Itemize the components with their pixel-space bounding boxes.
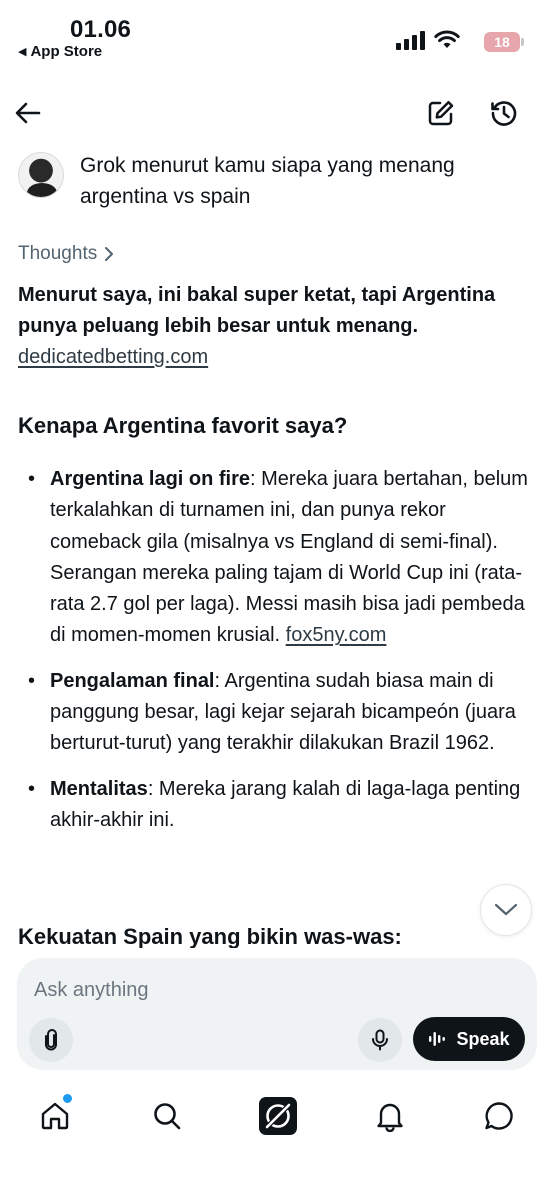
speak-button[interactable]: Speak bbox=[413, 1017, 525, 1061]
wifi-icon bbox=[434, 30, 460, 48]
notification-dot bbox=[63, 1094, 72, 1103]
messages-icon bbox=[485, 1102, 513, 1130]
battery-tip bbox=[521, 38, 524, 46]
avatar[interactable] bbox=[18, 152, 64, 198]
compose-icon bbox=[428, 100, 454, 126]
point-title: Argentina lagi on fire bbox=[50, 468, 251, 490]
scroll-to-bottom-button[interactable] bbox=[480, 884, 532, 936]
paperclip-icon bbox=[45, 1029, 57, 1051]
microphone-icon bbox=[372, 1029, 388, 1051]
section-heading: Kenapa Argentina favorit saya? bbox=[18, 413, 348, 438]
tab-messages[interactable] bbox=[471, 1088, 527, 1144]
section-heading-2: Kekuatan Spain yang bikin was-was: bbox=[18, 924, 402, 948]
reasons-list: Argentina lagi on fire: Mereka juara ber… bbox=[18, 464, 538, 836]
ask-input[interactable] bbox=[34, 976, 514, 1004]
history-icon bbox=[491, 101, 517, 126]
source-link[interactable]: fox5ny.com bbox=[286, 624, 387, 646]
chevron-down-icon bbox=[494, 903, 518, 916]
new-chat-button[interactable] bbox=[419, 90, 463, 136]
status-bar: 01.06 ◀ App Store 18 bbox=[0, 0, 554, 68]
tab-notifications[interactable] bbox=[362, 1088, 418, 1144]
list-item: Pengalaman final: Argentina sudah biasa … bbox=[18, 666, 538, 760]
lead-text: Menurut saya, ini bakal super ketat, tap… bbox=[18, 284, 496, 337]
cellular-signal-icon bbox=[396, 31, 425, 50]
search-icon bbox=[154, 1103, 181, 1130]
history-button[interactable] bbox=[482, 90, 526, 136]
home-icon bbox=[41, 1102, 69, 1130]
source-link[interactable]: dedicatedbetting.com bbox=[18, 346, 208, 368]
composer: Speak bbox=[17, 958, 537, 1070]
thoughts-toggle[interactable]: Thoughts bbox=[18, 240, 538, 268]
point-title: Mentalitas bbox=[50, 777, 148, 800]
thoughts-label: Thoughts bbox=[18, 243, 98, 264]
status-time: 01.06 bbox=[70, 16, 132, 43]
back-button[interactable] bbox=[6, 90, 50, 136]
back-triangle-icon: ◀ bbox=[18, 46, 27, 58]
arrow-left-icon bbox=[15, 102, 41, 124]
chevron-right-icon bbox=[105, 247, 114, 261]
user-prompt: Grok menurut kamu siapa yang menang arge… bbox=[18, 152, 538, 212]
back-to-app-store-link[interactable]: ◀ App Store bbox=[18, 43, 102, 60]
grok-icon bbox=[259, 1097, 297, 1135]
bottom-nav bbox=[0, 1088, 554, 1148]
answer-lead: Menurut saya, ini bakal super ketat, tap… bbox=[18, 280, 538, 373]
notifications-icon bbox=[377, 1103, 403, 1132]
speak-label: Speak bbox=[456, 1028, 510, 1049]
tab-home[interactable] bbox=[27, 1088, 83, 1144]
attach-button[interactable] bbox=[29, 1018, 73, 1062]
list-item: Argentina lagi on fire: Mereka juara ber… bbox=[18, 464, 538, 652]
list-item: Mentalitas: Mereka jarang kalah di laga-… bbox=[18, 774, 538, 837]
back-app-label: App Store bbox=[30, 43, 103, 60]
tab-search[interactable] bbox=[139, 1088, 195, 1144]
microphone-button[interactable] bbox=[358, 1018, 402, 1062]
point-title: Pengalaman final bbox=[50, 669, 215, 692]
point-body: : Mereka juara bertahan, belum terkalahk… bbox=[50, 468, 528, 647]
prompt-text: Grok menurut kamu siapa yang menang arge… bbox=[80, 154, 455, 208]
voice-wave-icon bbox=[429, 1032, 446, 1046]
tab-grok[interactable] bbox=[250, 1088, 306, 1144]
top-nav bbox=[0, 90, 554, 140]
grok-answer: Thoughts Menurut saya, ini bakal super k… bbox=[18, 240, 538, 850]
battery-level: 18 bbox=[484, 32, 520, 52]
